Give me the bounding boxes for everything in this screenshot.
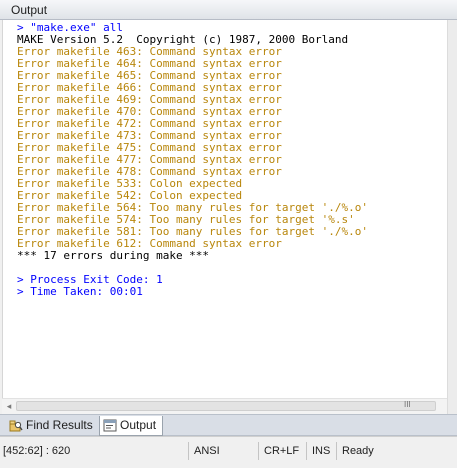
output-icon — [103, 419, 117, 432]
output-line: > Time Taken: 00:01 — [17, 285, 143, 298]
status-line-ending: CR+LF — [264, 445, 300, 457]
output-window: Output > "make.exe" all MAKE Version 5.2 … — [0, 0, 457, 468]
bottom-tab-bar: Find Results Output — [0, 414, 457, 436]
output-line: *** 17 errors during make *** — [17, 249, 210, 262]
horizontal-scroll-thumb[interactable] — [16, 401, 436, 411]
status-separator — [336, 442, 337, 460]
tab-output[interactable]: Output — [99, 416, 163, 436]
scroll-left-arrow-icon[interactable]: ◂ — [5, 401, 13, 411]
tab-find-results[interactable]: Find Results — [6, 416, 99, 436]
status-cursor-position: [452:62] : 620 — [3, 445, 71, 457]
status-separator — [188, 442, 189, 460]
status-encoding: ANSI — [194, 445, 220, 457]
tab-find-results-label: Find Results — [26, 418, 93, 432]
status-insert-mode: INS — [312, 445, 331, 457]
vertical-scrollbar[interactable] — [447, 20, 457, 414]
find-results-icon — [9, 420, 23, 432]
status-separator — [306, 442, 307, 460]
status-separator — [258, 442, 259, 460]
output-panel-header: Output — [0, 0, 457, 20]
horizontal-scrollbar[interactable]: ◂ III — [2, 398, 447, 414]
status-bar: [452:62] : 620 ANSI CR+LF INS Ready — [0, 436, 457, 468]
status-state: Ready — [342, 445, 374, 457]
scroll-grip-icon: III — [404, 400, 411, 409]
output-text-area[interactable]: > "make.exe" all MAKE Version 5.2 Copyrig… — [2, 20, 448, 398]
tab-output-label: Output — [120, 418, 157, 432]
panel-title: Output — [11, 3, 48, 17]
output-lines: > "make.exe" all MAKE Version 5.2 Copyrig… — [17, 22, 368, 298]
